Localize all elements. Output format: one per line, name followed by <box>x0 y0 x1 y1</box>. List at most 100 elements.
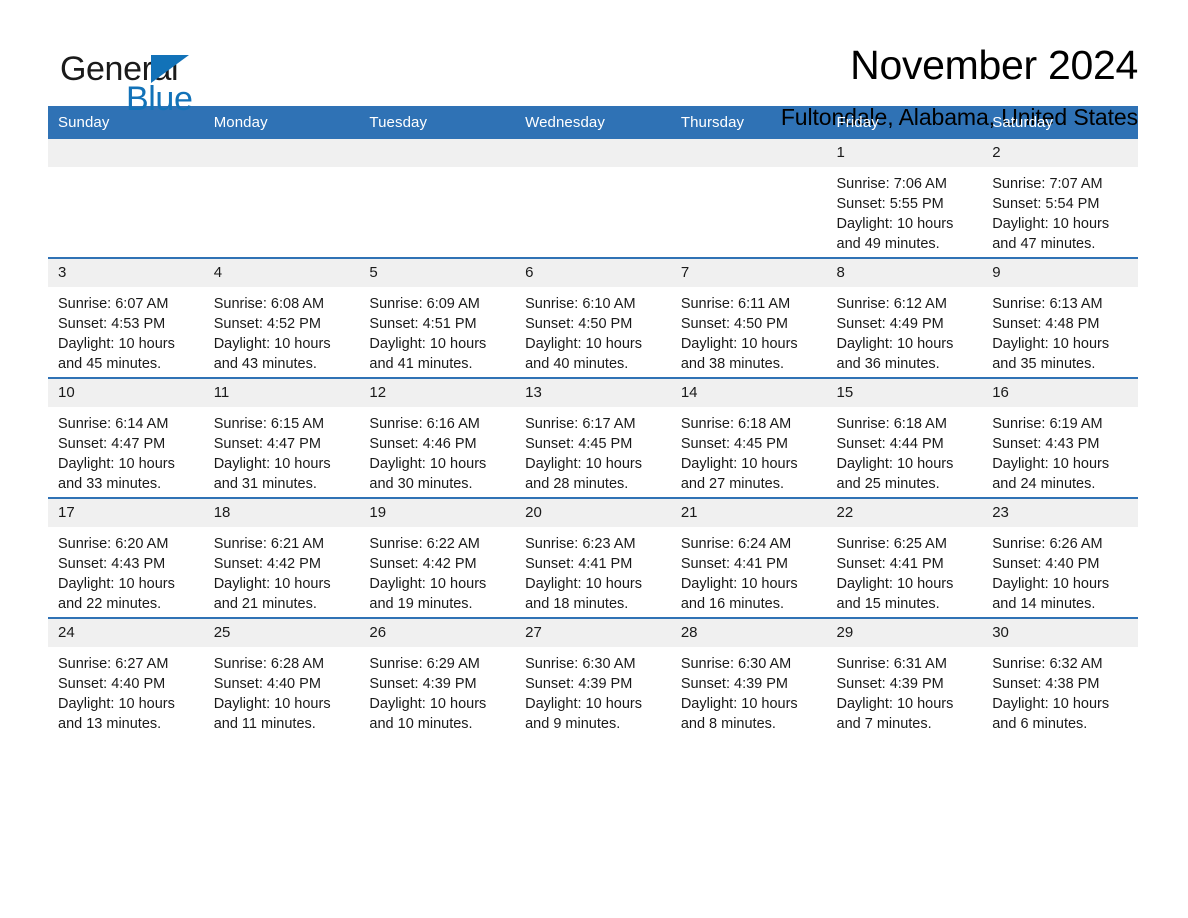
calendar-day-cell[interactable]: 2 Sunrise: 7:07 AM Sunset: 5:54 PM Daylight… <box>982 139 1138 258</box>
day-number: 7 <box>670 259 827 287</box>
calendar-day-cell[interactable]: 15 Sunrise: 6:18 AM Sunset: 4:44 PM Dayligh… <box>826 377 983 498</box>
sunset-text: Sunset: 4:39 PM <box>525 676 633 692</box>
calendar-day-cell[interactable]: 14 Sunrise: 6:18 AM Sunset: 4:45 PM Dayligh… <box>670 377 827 498</box>
day-number: 1 <box>826 139 983 167</box>
calendar-day-cell[interactable]: 20 Sunrise: 6:23 AM Sunset: 4:41 PM Dayligh… <box>515 497 671 618</box>
calendar-day-cell[interactable]: 16 Sunrise: 6:19 AM Sunset: 4:43 PM Dayligh… <box>982 377 1138 498</box>
day-number: 10 <box>48 379 204 407</box>
sunrise-text: Sunrise: 6:32 AM <box>992 656 1103 672</box>
day-number: 23 <box>982 499 1138 527</box>
sunrise-text: Sunrise: 6:30 AM <box>525 656 636 672</box>
calendar-day-cell[interactable]: 19 Sunrise: 6:22 AM Sunset: 4:42 PM Dayligh… <box>359 497 516 618</box>
calendar-day-cell[interactable]: 23 Sunrise: 6:26 AM Sunset: 4:40 PM Dayligh… <box>982 497 1138 618</box>
calendar-day-cell[interactable]: 25 Sunrise: 6:28 AM Sunset: 4:40 PM Dayligh… <box>203 617 360 737</box>
sunrise-text: Sunrise: 6:28 AM <box>213 656 325 672</box>
sunrise-text: Sunrise: 6:21 AM <box>213 536 325 552</box>
calendar-day-cell[interactable]: 29 Sunrise: 6:31 AM Sunset: 4:39 PM Dayligh… <box>826 617 983 737</box>
calendar-day-cell[interactable]: 12 Sunrise: 6:16 AM Sunset: 4:46 PM Dayligh… <box>359 377 516 498</box>
day-number: 2 <box>982 139 1138 167</box>
day-details: Sunrise: 6:19 AM Sunset: 4:43 PM Daylight:… <box>982 407 1138 494</box>
day-details: Sunrise: 6:11 AM Sunset: 4:50 PM Daylight:… <box>671 287 827 374</box>
sunset-text: Sunset: 4:39 PM <box>680 676 789 692</box>
daylight-text: Daylight: 10 hours and 31 minutes. <box>213 456 331 492</box>
sunset-text: Sunset: 4:45 PM <box>525 436 633 452</box>
daylight-text: Daylight: 10 hours and 28 minutes. <box>525 456 642 492</box>
sunset-text: Sunset: 4:40 PM <box>213 676 321 692</box>
calendar-week-row: 3 Sunrise: 6:07 AM Sunset: 4:53 PM Daylight… <box>48 257 1138 378</box>
day-details: Sunrise: 6:07 AM Sunset: 4:53 PM Daylight:… <box>48 287 204 374</box>
day-number: 26 <box>359 619 516 647</box>
sunset-text: Sunset: 4:48 PM <box>992 316 1100 332</box>
sunrise-text: Sunrise: 6:19 AM <box>992 416 1103 432</box>
sunset-text: Sunset: 4:39 PM <box>836 676 944 692</box>
daylight-text: Daylight: 10 hours and 22 minutes. <box>58 576 175 612</box>
calendar-day-cell-empty <box>203 139 360 258</box>
sunrise-text: Sunrise: 6:24 AM <box>680 536 792 552</box>
day-number: 30 <box>982 619 1138 647</box>
calendar-day-cell[interactable]: 22 Sunrise: 6:25 AM Sunset: 4:41 PM Dayligh… <box>826 497 983 618</box>
day-number <box>670 139 827 167</box>
sunrise-text: Sunrise: 6:12 AM <box>836 296 947 312</box>
calendar-day-cell[interactable]: 8 Sunrise: 6:12 AM Sunset: 4:49 PM Daylight… <box>826 257 983 378</box>
day-number <box>359 139 516 167</box>
daylight-text: Daylight: 10 hours and 45 minutes. <box>58 336 175 372</box>
sunset-text: Sunset: 4:41 PM <box>525 556 633 572</box>
day-details: Sunrise: 6:08 AM Sunset: 4:52 PM Daylight:… <box>204 287 360 374</box>
calendar-day-cell[interactable]: 5 Sunrise: 6:09 AM Sunset: 4:51 PM Daylight… <box>359 257 516 378</box>
day-details: Sunrise: 6:10 AM Sunset: 4:50 PM Daylight:… <box>515 287 671 374</box>
day-number: 20 <box>515 499 671 527</box>
calendar-day-cell[interactable]: 21 Sunrise: 6:24 AM Sunset: 4:41 PM Dayligh… <box>670 497 827 618</box>
sunrise-text: Sunrise: 6:09 AM <box>369 296 480 312</box>
day-details: Sunrise: 6:32 AM Sunset: 4:38 PM Daylight:… <box>982 647 1138 734</box>
daylight-text: Daylight: 10 hours and 43 minutes. <box>213 336 331 372</box>
calendar-day-cell[interactable]: 9 Sunrise: 6:13 AM Sunset: 4:48 PM Daylight… <box>982 257 1138 378</box>
day-details: Sunrise: 6:26 AM Sunset: 4:40 PM Daylight:… <box>982 527 1138 614</box>
daylight-text: Daylight: 10 hours and 10 minutes. <box>369 696 487 732</box>
calendar-day-cell[interactable]: 26 Sunrise: 6:29 AM Sunset: 4:39 PM Dayligh… <box>359 617 516 737</box>
daylight-text: Daylight: 10 hours and 9 minutes. <box>525 696 642 732</box>
calendar-day-cell[interactable]: 30 Sunrise: 6:32 AM Sunset: 4:38 PM Dayligh… <box>982 617 1138 737</box>
calendar-day-cell[interactable]: 6 Sunrise: 6:10 AM Sunset: 4:50 PM Daylight… <box>515 257 671 378</box>
calendar-day-cell[interactable]: 28 Sunrise: 6:30 AM Sunset: 4:39 PM Dayligh… <box>670 617 827 737</box>
sunset-text: Sunset: 4:40 PM <box>58 676 166 692</box>
daylight-text: Daylight: 10 hours and 24 minutes. <box>992 456 1110 492</box>
calendar-day-cell[interactable]: 7 Sunrise: 6:11 AM Sunset: 4:50 PM Daylight… <box>670 257 827 378</box>
calendar-table: Sunday Monday Tuesday Wednesday Thursday… <box>48 106 1138 737</box>
calendar-week-row: 1 Sunrise: 7:06 AM Sunset: 5:55 PM Daylight… <box>48 139 1138 258</box>
daylight-text: Daylight: 10 hours and 40 minutes. <box>525 336 642 372</box>
day-details: Sunrise: 6:22 AM Sunset: 4:42 PM Daylight:… <box>359 527 515 614</box>
daylight-text: Daylight: 10 hours and 13 minutes. <box>58 696 175 732</box>
sunset-text: Sunset: 4:51 PM <box>369 316 477 332</box>
calendar-day-cell[interactable]: 10 Sunrise: 6:14 AM Sunset: 4:47 PM Dayligh… <box>48 377 204 498</box>
daylight-text: Daylight: 10 hours and 30 minutes. <box>369 456 487 492</box>
calendar-day-cell[interactable]: 27 Sunrise: 6:30 AM Sunset: 4:39 PM Dayligh… <box>515 617 671 737</box>
calendar-page: General Blue November 2024 Fultondale, A… <box>0 0 1188 918</box>
calendar-day-cell[interactable]: 18 Sunrise: 6:21 AM Sunset: 4:42 PM Dayligh… <box>203 497 360 618</box>
calendar-day-cell[interactable]: 1 Sunrise: 7:06 AM Sunset: 5:55 PM Daylight… <box>826 139 983 258</box>
calendar-day-cell[interactable]: 17 Sunrise: 6:20 AM Sunset: 4:43 PM Dayligh… <box>48 497 204 618</box>
calendar-day-cell[interactable]: 11 Sunrise: 6:15 AM Sunset: 4:47 PM Dayligh… <box>203 377 360 498</box>
daylight-text: Daylight: 10 hours and 8 minutes. <box>680 696 798 732</box>
calendar-day-cell[interactable]: 13 Sunrise: 6:17 AM Sunset: 4:45 PM Dayligh… <box>515 377 671 498</box>
sunset-text: Sunset: 4:39 PM <box>369 676 477 692</box>
daylight-text: Daylight: 10 hours and 11 minutes. <box>213 696 331 732</box>
sunrise-text: Sunrise: 6:18 AM <box>680 416 792 432</box>
daylight-text: Daylight: 10 hours and 38 minutes. <box>680 336 798 372</box>
day-number: 17 <box>48 499 204 527</box>
sunrise-text: Sunrise: 6:23 AM <box>525 536 636 552</box>
calendar-day-cell[interactable]: 3 Sunrise: 6:07 AM Sunset: 4:53 PM Daylight… <box>48 257 204 378</box>
calendar-day-cell[interactable]: 24 Sunrise: 6:27 AM Sunset: 4:40 PM Dayligh… <box>48 617 204 737</box>
sunrise-text: Sunrise: 7:07 AM <box>992 176 1103 192</box>
day-number: 21 <box>670 499 827 527</box>
day-details: Sunrise: 6:14 AM Sunset: 4:47 PM Daylight:… <box>48 407 204 494</box>
sunset-text: Sunset: 4:38 PM <box>992 676 1100 692</box>
day-details: Sunrise: 6:30 AM Sunset: 4:39 PM Daylight:… <box>515 647 671 734</box>
general-blue-logo: General Blue <box>48 44 248 116</box>
calendar-day-cell[interactable]: 4 Sunrise: 6:08 AM Sunset: 4:52 PM Daylight… <box>203 257 360 378</box>
sunrise-text: Sunrise: 6:31 AM <box>836 656 947 672</box>
calendar-day-cell-empty <box>359 139 516 258</box>
sunrise-text: Sunrise: 6:26 AM <box>992 536 1103 552</box>
page-title: November 2024 <box>850 42 1138 88</box>
day-number: 16 <box>982 379 1138 407</box>
sunrise-text: Sunrise: 6:13 AM <box>992 296 1103 312</box>
